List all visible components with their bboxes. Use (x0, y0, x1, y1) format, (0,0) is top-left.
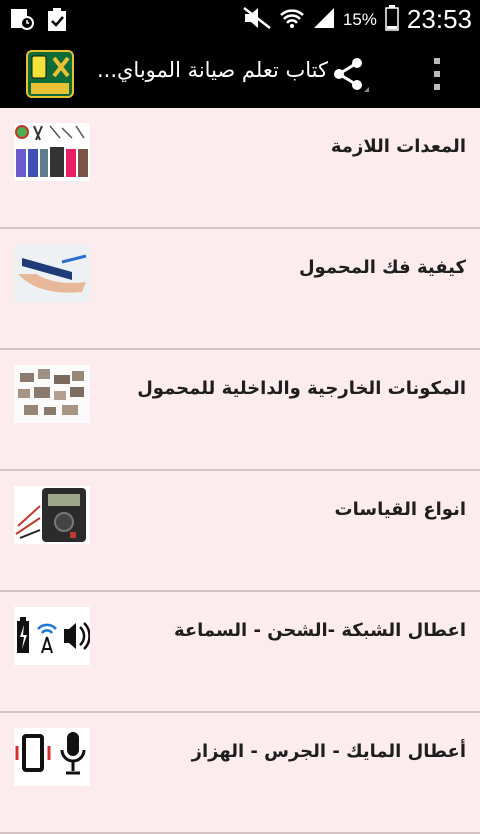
item-label: اعطال الشبكة -الشحن - السماعة (173, 620, 466, 641)
list-item[interactable]: المكونات الخارجية والداخلية للمحمول (0, 350, 480, 471)
action-bar: كتاب تعلم صيانة الموباي... (0, 38, 480, 108)
status-bar: 15% 23:53 (0, 0, 480, 38)
item-label: المكونات الخارجية والداخلية للمحمول (137, 378, 466, 399)
wifi-icon (279, 7, 305, 33)
mute-icon (243, 6, 271, 33)
battery-percent: 15% (342, 9, 377, 29)
clock-notification-icon (10, 8, 34, 36)
list-item[interactable]: كيفية فك المحمول (0, 229, 480, 350)
battery-icon (385, 4, 399, 35)
share-icon[interactable] (330, 54, 370, 94)
list-item[interactable]: أعطال المايك - الجرس - الهزاز (0, 713, 480, 834)
item-label: انواع القياسات (334, 499, 466, 520)
clock: 23:53 (406, 4, 472, 34)
menu-list: المعدات اللازمة كيفية فك المحمول المكونا… (0, 108, 480, 834)
multimeter-icon (14, 486, 90, 544)
list-item[interactable]: اعطال الشبكة -الشحن - السماعة (0, 592, 480, 713)
list-item[interactable]: المعدات اللازمة (0, 108, 480, 229)
item-label: المعدات اللازمة (330, 136, 466, 157)
disassemble-phone-icon (14, 244, 90, 302)
network-charge-speaker-icon (14, 607, 91, 665)
app-icon[interactable] (26, 50, 74, 98)
overflow-menu-icon[interactable] (425, 56, 449, 92)
clipboard-check-icon (46, 8, 68, 36)
mic-ringer-vibrate-icon (14, 728, 90, 786)
item-label: كيفية فك المحمول (298, 257, 466, 278)
list-item[interactable]: انواع القياسات (0, 471, 480, 592)
tools-equipment-icon (14, 123, 90, 181)
electronic-components-icon (14, 365, 90, 423)
item-label: أعطال المايك - الجرس - الهزاز (191, 741, 466, 762)
signal-icon (313, 7, 335, 33)
app-title: كتاب تعلم صيانة الموباي... (96, 58, 328, 82)
